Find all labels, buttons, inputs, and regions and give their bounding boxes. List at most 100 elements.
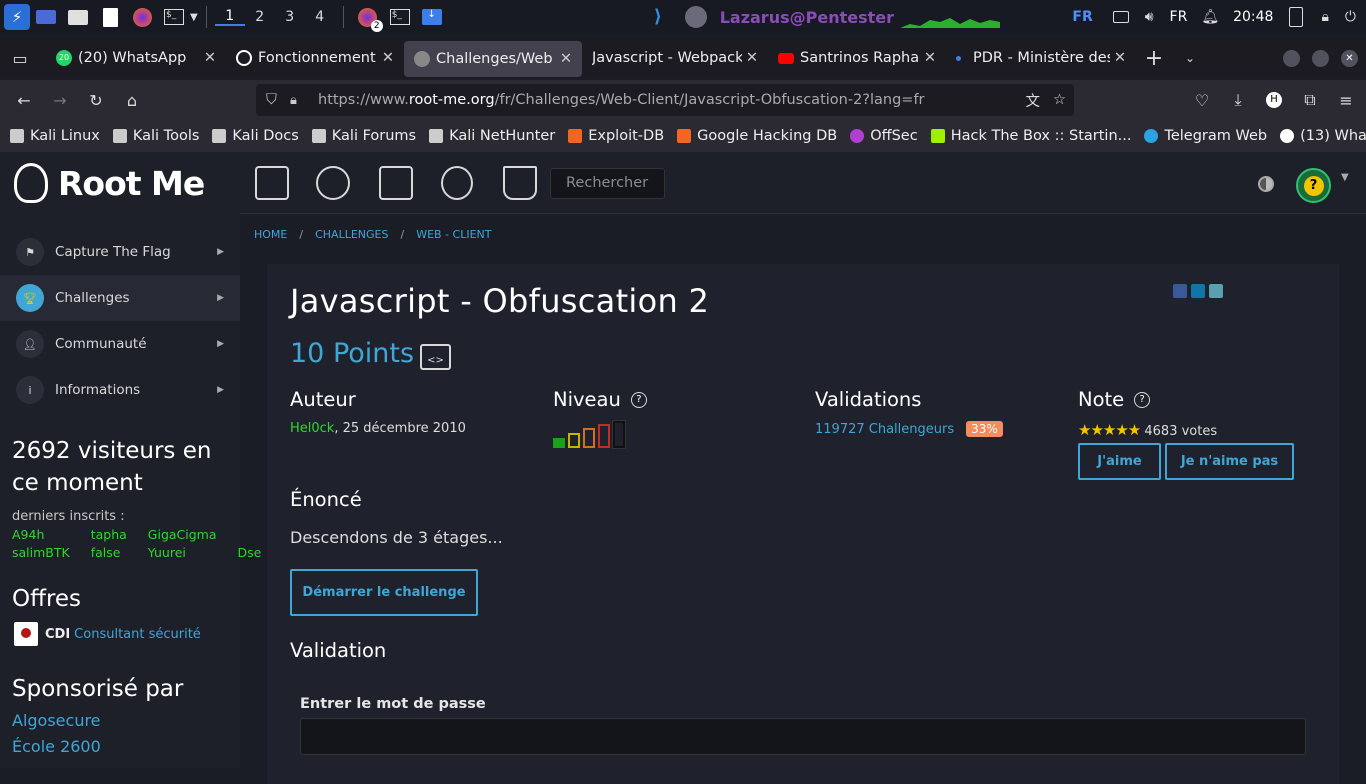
chevron-down-icon[interactable]: ▼ [190, 12, 198, 23]
close-tab-icon[interactable]: ✕ [746, 50, 758, 66]
sponsor-link[interactable]: École 2600 [12, 734, 228, 760]
bookmark-kali-docs[interactable]: Kali Docs [212, 128, 299, 144]
recent-user-link[interactable]: tapha [91, 527, 127, 542]
breadcrumb-challenges[interactable]: CHALLENGES [315, 228, 388, 241]
download-task-icon[interactable]: ↓ [421, 6, 443, 28]
minimize-button[interactable] [1283, 49, 1300, 67]
lock-icon[interactable]: 🔒︎ [1321, 9, 1328, 25]
tab-youtube[interactable]: Santrinos Raphael f ✕ [768, 40, 946, 76]
author-link[interactable]: Hel0ck [290, 421, 334, 436]
sponsor-link[interactable]: Algosecure [12, 708, 228, 734]
facebook-icon[interactable] [1173, 284, 1187, 298]
workspace-1[interactable]: 1 [214, 8, 245, 26]
recent-user-link[interactable]: false [91, 545, 127, 560]
close-tab-icon[interactable]: ✕ [204, 50, 216, 66]
help-icon[interactable]: ? [630, 391, 647, 408]
offer-item[interactable]: CDI Consultant sécurité [0, 622, 240, 646]
user-avatar[interactable]: ? [1296, 168, 1331, 203]
bookmark-star-icon[interactable]: ☆ [1053, 92, 1066, 108]
workspace-3[interactable]: 3 [275, 9, 305, 25]
close-window-button[interactable]: ✕ [1341, 49, 1358, 67]
share-icon[interactable] [1209, 284, 1223, 298]
hackbar-icon[interactable]: H [1256, 84, 1292, 116]
search-input[interactable]: Rechercher [550, 168, 665, 199]
radar-icon[interactable] [441, 166, 473, 200]
power-manager-icon[interactable] [1289, 7, 1304, 27]
file-manager-icon[interactable] [67, 6, 89, 28]
breadcrumb-web-client[interactable]: WEB - CLIENT [416, 228, 491, 241]
tab-pdr[interactable]: PDR - Ministère des ✕ [946, 40, 1136, 76]
sidebar-item-ctf[interactable]: ⚑ Capture The Flag ▶ [0, 229, 240, 275]
sidebar-item-challenges[interactable]: 🏆︎ Challenges ▶ [0, 275, 240, 321]
desktop-icon[interactable] [35, 6, 57, 28]
vscode-icon[interactable]: ⟩ [653, 6, 675, 28]
url-bar[interactable]: ⛉ 🔒︎ https://www. root-me.org/fr/Challeng… [256, 84, 1074, 116]
chevron-down-icon[interactable]: ▼ [1341, 172, 1349, 183]
terminal-icon[interactable]: $_ [163, 6, 185, 28]
downloads-icon[interactable]: ⤓ [1220, 84, 1256, 116]
news-icon[interactable] [379, 166, 413, 200]
sidebar-item-informations[interactable]: i Informations ▶ [0, 367, 240, 413]
shop-cart-icon[interactable] [503, 166, 537, 200]
notification-bell-icon[interactable]: 🔔︎ [1201, 9, 1219, 25]
pocket-icon[interactable]: ♡ [1184, 84, 1220, 116]
firefox-task-icon[interactable]: 2 [357, 6, 383, 32]
password-input[interactable] [300, 718, 1306, 755]
theme-toggle-icon[interactable] [1258, 176, 1274, 192]
text-editor-icon[interactable] [99, 6, 121, 28]
reload-icon[interactable]: ↻ [78, 84, 114, 116]
volume-icon[interactable]: 🔊︎ [1145, 9, 1154, 25]
forward-icon[interactable]: → [42, 84, 78, 116]
bookmark-kali-tools[interactable]: Kali Tools [112, 128, 199, 144]
close-tab-icon[interactable]: ✕ [1114, 50, 1126, 66]
recent-user-link[interactable]: GigaCigma [148, 527, 217, 542]
back-icon[interactable]: ← [6, 84, 42, 116]
translate-icon[interactable]: 文 [1026, 90, 1041, 111]
recent-user-link[interactable]: salimBTK [12, 545, 70, 560]
maximize-button[interactable] [1312, 49, 1329, 67]
screen-icon[interactable] [1112, 11, 1129, 23]
bookmark-telegram[interactable]: Telegram Web [1144, 128, 1267, 144]
extensions-icon[interactable]: ⧉ [1292, 84, 1328, 116]
clock[interactable]: 20:48 [1233, 9, 1273, 25]
new-tab-button[interactable]: + [1136, 42, 1172, 74]
dislike-button[interactable]: Je n'aime pas [1165, 443, 1294, 480]
site-logo[interactable]: Root Me [0, 152, 240, 214]
faq-icon[interactable] [255, 166, 289, 200]
bookmark-offsec[interactable]: OffSec [850, 128, 918, 144]
tab-overview-icon[interactable]: ▭ [2, 42, 38, 74]
logout-icon[interactable]: ⏻ [1345, 9, 1356, 25]
firefox-icon[interactable] [131, 6, 153, 28]
bookmark-htb[interactable]: Hack The Box :: Startin... [930, 128, 1131, 144]
bookmark-kali-linux[interactable]: Kali Linux [10, 128, 100, 144]
recent-user-link[interactable]: Yuurei [148, 545, 217, 560]
tab-fonctionnement[interactable]: Fonctionnement de ✕ [226, 40, 404, 76]
tab-whatsapp[interactable]: 20 (20) WhatsApp ✕ [46, 40, 226, 76]
workspace-2[interactable]: 2 [245, 9, 275, 25]
close-tab-icon[interactable]: ✕ [560, 51, 572, 67]
sidebar-item-communaute[interactable]: 👤︎ Communauté ▶ [0, 321, 240, 367]
keyboard-layout-indicator[interactable]: FR [1072, 9, 1092, 25]
shield-icon[interactable]: ⛉ [266, 92, 277, 108]
help-icon[interactable]: ? [1134, 391, 1151, 408]
tab-challenges[interactable]: Challenges/Web - C ✕ [404, 41, 582, 77]
kali-menu-icon[interactable]: ⚡ [4, 4, 30, 30]
validations-link[interactable]: 119727 Challengeurs [815, 422, 954, 437]
offer-link[interactable]: Consultant sécurité [74, 627, 201, 642]
keyboard-layout-label[interactable]: FR [1170, 9, 1188, 25]
recent-user-link[interactable]: A94h [12, 527, 70, 542]
bookmark-ghdb[interactable]: Google Hacking DB [677, 128, 837, 144]
tab-webpack[interactable]: Javascript - Webpack ✕ [582, 40, 768, 76]
menu-icon[interactable]: ≡ [1328, 84, 1364, 116]
bookmark-whatsapp[interactable]: (13) WhatsApp [1280, 128, 1366, 144]
terminal-task-icon[interactable]: $_ [389, 6, 411, 28]
bookmark-kali-forums[interactable]: Kali Forums [311, 128, 416, 144]
start-challenge-button[interactable]: Démarrer le challenge [290, 569, 478, 616]
home-icon[interactable]: ⌂ [114, 84, 150, 116]
close-tab-icon[interactable]: ✕ [924, 50, 936, 66]
close-tab-icon[interactable]: ✕ [382, 50, 394, 66]
list-tabs-icon[interactable]: ⌄ [1172, 42, 1208, 74]
bookmark-exploit-db[interactable]: Exploit-DB [568, 128, 664, 144]
docs-icon[interactable] [316, 166, 350, 200]
breadcrumb-home[interactable]: HOME [254, 228, 287, 241]
